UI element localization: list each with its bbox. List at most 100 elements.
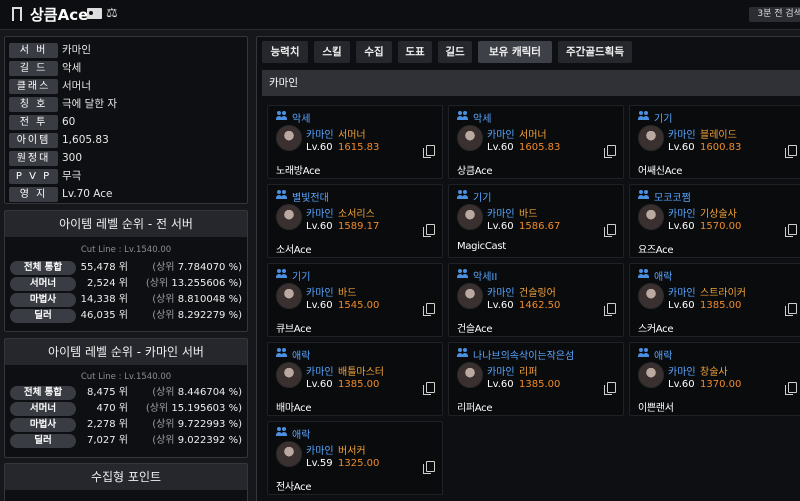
rank-server-title: 아이템 레벨 순위 - 카마인 서버 [5, 339, 247, 365]
percentile-prefix: (상위 [152, 294, 175, 305]
rank-percentile: (상위 15.195603 %) [146, 402, 242, 416]
guild-people-icon [276, 190, 288, 200]
rank-row: 딜러 46,035 위 (상위 8.292279 %) [10, 309, 244, 323]
scale-icon[interactable]: ⚖ [106, 6, 118, 21]
character-card[interactable]: 애락 카마인 버서커 Lv.59 1325.00 전사Ace [267, 421, 443, 495]
tab-0[interactable]: 능력치 [262, 41, 308, 63]
copy-icon[interactable] [604, 382, 616, 395]
copy-icon[interactable] [604, 224, 616, 237]
tab-4[interactable]: 길드 [438, 41, 472, 63]
card-class: 소서리스 [338, 209, 375, 220]
card-class: 버서커 [338, 446, 366, 457]
copy-icon[interactable] [604, 145, 616, 158]
character-card[interactable]: 나나브의속삭이는작은섬 카마인 리퍼 Lv.60 1385.00 리퍼Ace [448, 342, 624, 416]
character-card[interactable]: 기기 카마인 바드 Lv.60 1586.67 MagicCast [448, 184, 624, 258]
copy-icon[interactable] [423, 382, 435, 395]
rank-value: 14,338 위 [80, 294, 128, 305]
rank-percentile: (상위 8.292279 %) [152, 309, 242, 323]
bookmark-icon[interactable] [12, 7, 22, 25]
rank-row: 딜러 7,027 위 (상위 9.022392 %) [10, 434, 244, 448]
guild-people-icon [638, 348, 650, 358]
rank-percentile: (상위 7.784070 %) [152, 261, 242, 275]
card-item-level: 1462.50 [519, 300, 561, 311]
card-server: 카마인 [306, 446, 334, 457]
card-item-level: 1370.00 [700, 379, 742, 390]
guild-people-icon [638, 190, 650, 200]
percentile-prefix: (상위 [152, 310, 175, 321]
character-card[interactable]: 애락 카마인 스트라이커 Lv.60 1385.00 스커Ace [629, 263, 800, 337]
card-character-name: 노래방Ace [276, 166, 321, 177]
tab-6[interactable]: 주간골드획득 [558, 41, 632, 63]
card-class: 기상술사 [700, 209, 737, 220]
guild-people-icon [276, 111, 288, 121]
info-value: Lv.70 Ace [62, 188, 113, 200]
character-card[interactable]: 악세II 카마인 건슬링어 Lv.60 1462.50 건슬Ace [448, 263, 624, 337]
copy-icon[interactable] [785, 145, 797, 158]
card-item-level: 1325.00 [338, 458, 380, 469]
guild-people-icon [457, 111, 469, 121]
rank-category-label: 마법사 [10, 418, 76, 432]
copy-icon[interactable] [785, 303, 797, 316]
tab-2[interactable]: 수집 [356, 41, 392, 63]
copy-icon[interactable] [785, 224, 797, 237]
card-server: 카마인 [306, 209, 334, 220]
rank-all-cutline: Cut Line : Lv.1540.00 [80, 245, 172, 255]
card-level: Lv.60 [487, 300, 514, 311]
rank-category-label: 전체 통합 [10, 386, 76, 400]
card-item-level: 1385.00 [338, 379, 380, 390]
card-character-name: 이쁜랜서 [638, 403, 674, 414]
copy-icon[interactable] [423, 461, 435, 474]
character-card[interactable]: 기기 카마인 블레이드 Lv.60 1600.83 어쌔신Ace [629, 105, 800, 179]
percentile-value: 8.810048 %) [177, 294, 242, 305]
rank-category-label: 전체 통합 [10, 261, 76, 275]
card-guild: 모코코쩜 [654, 193, 691, 204]
tab-3[interactable]: 도표 [398, 41, 432, 63]
tab-5[interactable]: 보유 캐릭터 [478, 41, 552, 63]
info-label: 클래스 [9, 79, 58, 94]
info-label: 칭 호 [9, 97, 58, 112]
collection-points-title: 수집형 포인트 [5, 464, 247, 490]
avatar [638, 125, 664, 151]
rank-value: 2,278 위 [86, 419, 128, 430]
info-value: 60 [62, 116, 76, 128]
character-card[interactable]: 별빛전대 카마인 소서리스 Lv.60 1589.17 소서Ace [267, 184, 443, 258]
card-class: 스트라이커 [700, 288, 746, 299]
card-character-name: 어쌔신Ace [638, 166, 683, 177]
percentile-prefix: (상위 [152, 262, 175, 273]
card-character-name: 전사Ace [276, 482, 312, 493]
copy-icon[interactable] [785, 382, 797, 395]
card-level: Lv.60 [487, 142, 514, 153]
server-group-header: 카마인 [262, 70, 800, 96]
card-item-level: 1385.00 [700, 300, 742, 311]
character-card[interactable]: 애락 카마인 창술사 Lv.60 1370.00 이쁜랜서 [629, 342, 800, 416]
percentile-prefix: (상위 [145, 403, 169, 414]
id-card-icon[interactable] [87, 8, 102, 19]
card-guild: 나나브의속삭이는작은섬 [473, 351, 575, 362]
character-card[interactable]: 애락 카마인 배틀마스터 Lv.60 1385.00 배마Ace [267, 342, 443, 416]
copy-icon[interactable] [604, 303, 616, 316]
tab-1[interactable]: 스킬 [314, 41, 350, 63]
copy-icon[interactable] [423, 145, 435, 158]
card-character-name: MagicCast [457, 241, 506, 252]
info-label: 전 투 [9, 115, 58, 130]
character-card[interactable]: 기기 카마인 바드 Lv.60 1545.00 큐브Ace [267, 263, 443, 337]
percentile-value: 8.446704 %) [177, 387, 242, 398]
character-card[interactable]: 모코코쩜 카마인 기상술사 Lv.60 1570.00 요즈Ace [629, 184, 800, 258]
percentile-prefix: (상위 [145, 278, 169, 289]
guild-people-icon [457, 190, 469, 200]
card-server: 카마인 [487, 209, 515, 220]
copy-icon[interactable] [423, 303, 435, 316]
card-guild: 악세II [473, 272, 498, 283]
rank-category-label: 마법사 [10, 293, 76, 307]
card-guild: 애락 [292, 430, 311, 441]
info-label: 길 드 [9, 61, 58, 76]
card-server: 카마인 [487, 288, 515, 299]
avatar [276, 441, 302, 467]
rank-category-label: 서머너 [10, 402, 76, 416]
card-character-name: 상큼Ace [457, 166, 493, 177]
character-card[interactable]: 악세 카마인 서머너 Lv.60 1605.83 상큼Ace [448, 105, 624, 179]
card-level: Lv.60 [306, 221, 333, 232]
card-level: Lv.60 [668, 379, 695, 390]
copy-icon[interactable] [423, 224, 435, 237]
character-card[interactable]: 악세 카마인 서머너 Lv.60 1615.83 노래방Ace [267, 105, 443, 179]
